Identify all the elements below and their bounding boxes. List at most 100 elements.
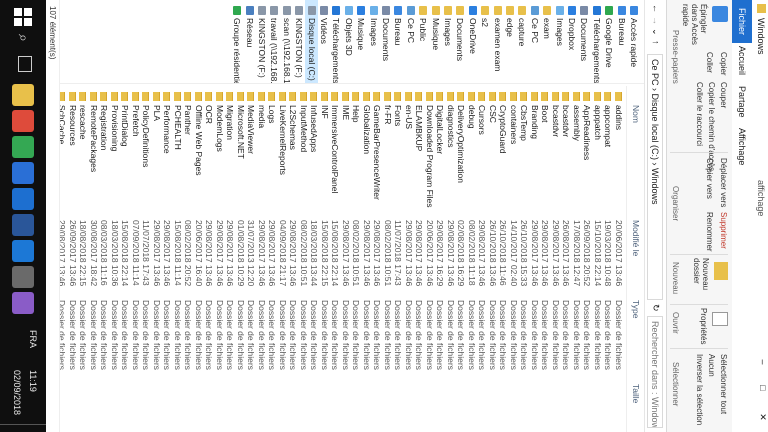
file-row[interactable]: rescache 18/08/2018 22:15 Dossier de fichi…	[78, 86, 89, 432]
properties-button[interactable]: Propriétés	[699, 308, 708, 344]
file-row[interactable]: media 29/08/2017 13:46 Dossier de fichiers	[257, 86, 267, 432]
nav-item[interactable]: Objets 3D	[342, 0, 354, 84]
pin-button[interactable]: Épingler dans Accès rapide	[681, 4, 708, 48]
nav-item[interactable]: capture	[516, 0, 528, 84]
nav-item[interactable]: Groupe résidentiel	[231, 0, 243, 84]
pin-icon[interactable]	[712, 6, 728, 22]
select-none-button[interactable]: Aucun	[707, 354, 716, 377]
file-row[interactable]: diagnostics 29/08/2017 13:46 Dossier de fi…	[446, 86, 456, 432]
column-type[interactable]: Type	[631, 300, 641, 318]
nav-item[interactable]: examen exam	[491, 0, 503, 84]
file-row[interactable]: PrintDialog 15/08/2018 22:14 Dossier de fi…	[120, 86, 131, 432]
move-to-button[interactable]: Déplacer vers	[719, 158, 728, 207]
nav-item[interactable]: Documents	[454, 0, 466, 84]
nav-item[interactable]: Bureau	[615, 0, 627, 84]
file-row[interactable]: appcompat 19/03/2018 10:48 Dossier de fich…	[603, 86, 614, 432]
breadcrumb-item[interactable]: Disque local (C:)	[650, 94, 660, 161]
tab-share[interactable]: Partage	[734, 80, 750, 124]
file-row[interactable]: addins 20/06/2017 13:46 Dossier de fichier…	[614, 86, 624, 432]
paste-shortcut-button[interactable]: Coller le raccourci	[695, 82, 704, 146]
nav-item[interactable]: KINGSTON (F:)	[256, 0, 268, 84]
file-row[interactable]: Microsoft.NET 01/08/2018 10:29 Dossier de …	[236, 86, 246, 432]
chrome-2-icon[interactable]	[12, 136, 34, 158]
column-modified[interactable]: Modifié le	[631, 220, 641, 256]
file-row[interactable]: Globalization 29/08/2017 13:46 Dossier de …	[362, 86, 372, 432]
nav-item[interactable]: Public	[417, 0, 429, 84]
file-row[interactable]: Branding 29/08/2017 13:46 Dossier de fichi…	[530, 86, 540, 432]
file-row[interactable]: GameBarPresenceWriter 29/08/2017 13:46 Dos…	[372, 86, 383, 432]
nav-item[interactable]: Disque local (C:)	[305, 0, 318, 84]
file-row[interactable]: ModemLogs 29/08/2017 13:46 Dossier de fich…	[215, 86, 225, 432]
delete-button[interactable]: Supprimer	[719, 212, 728, 249]
nav-item[interactable]: Musique	[355, 0, 367, 84]
nav-item[interactable]: Bureau	[392, 0, 404, 84]
properties-icon[interactable]	[712, 312, 728, 326]
file-row[interactable]: PLA 29/08/2017 13:46 Dossier de fichiers	[152, 86, 162, 432]
nav-item[interactable]: OneDrive	[466, 0, 478, 84]
explorer-icon[interactable]	[12, 84, 34, 106]
show-desktop-button[interactable]	[0, 424, 46, 432]
nav-item[interactable]: Dropbox	[566, 0, 578, 84]
clock-time[interactable]: 11:19	[28, 370, 38, 392]
copy-button[interactable]: Copier	[719, 52, 728, 76]
breadcrumb-item[interactable]: Ce PC	[650, 59, 660, 86]
nav-item[interactable]: scan (\\192.168.1...)	[280, 0, 292, 84]
forward-arrow-icon[interactable]: →	[651, 16, 661, 25]
tab-file[interactable]: Fichier	[732, 0, 752, 44]
nav-item[interactable]: edge	[504, 0, 516, 84]
minimize-button[interactable]: –	[754, 350, 768, 374]
nav-item[interactable]: exam	[541, 0, 553, 84]
file-row[interactable]: Provisioning 18/03/2018 10:36 Dossier de f…	[110, 86, 120, 432]
file-row[interactable]: PolicyDefinitions 11/07/2018 17:43 Dossier…	[141, 86, 152, 432]
close-button[interactable]: ✕	[754, 404, 768, 430]
clock-date[interactable]: 02/09/2018	[12, 370, 22, 415]
app-2-icon[interactable]	[12, 292, 34, 314]
search-input[interactable]: Rechercher dans : Windows	[647, 316, 663, 428]
nav-item[interactable]: Musique	[429, 0, 441, 84]
file-row[interactable]: MediaViewer 31/07/2013 12:20 Dossier de fi…	[246, 86, 257, 432]
nav-item[interactable]: Images	[442, 0, 454, 84]
rename-button[interactable]: Renommer	[705, 212, 714, 252]
file-row[interactable]: debug 08/02/2018 11:18 Dossier de fichiers	[467, 86, 477, 432]
file-row[interactable]: apppatch 15/10/2018 22:14 Dossier de fichi…	[593, 86, 603, 432]
file-row[interactable]: AppReadiness 26/09/2018 20:52 Dossier de f…	[582, 86, 593, 432]
file-row[interactable]: Performance 29/08/2017 13:46 Dossier de fi…	[162, 86, 173, 432]
file-row[interactable]: bcastdvr 29/08/2017 13:46 Dossier de fichi…	[551, 86, 561, 432]
nav-item[interactable]: Images	[367, 0, 379, 84]
nav-item[interactable]: Vidéos	[318, 0, 330, 84]
copy-to-button[interactable]: Copier vers	[705, 158, 714, 199]
nav-item[interactable]: Accès rapide	[628, 0, 640, 84]
file-row[interactable]: Prefetch 07/09/2018 11:14 Dossier de fichi…	[131, 86, 141, 432]
file-row[interactable]: Registration 08/03/2018 11:16 Dossier de f…	[99, 86, 110, 432]
paste-button[interactable]: Coller	[705, 52, 714, 73]
back-arrow-icon[interactable]: ←	[651, 4, 661, 13]
file-row[interactable]: CbsTemp 26/10/2018 15:33 Dossier de fichie…	[519, 86, 530, 432]
file-row[interactable]: en-US 29/08/2017 13:46 Dossier de fichiers	[404, 86, 414, 432]
nav-item[interactable]: Images	[553, 0, 565, 84]
file-row[interactable]: Migration 29/08/2017 13:46 Dossier de fich…	[225, 86, 236, 432]
breadcrumb[interactable]: Ce PC › Disque local (C:) › Windows	[647, 54, 663, 300]
file-row[interactable]: assembly 17/08/2018 12:47 Dossier de fichi…	[572, 86, 582, 432]
file-row[interactable]: OCR 29/08/2017 13:46 Dossier de fichiers	[204, 86, 215, 432]
file-row[interactable]: Offline Web Pages 20/06/2017 16:40 Dossier…	[194, 86, 204, 432]
file-row[interactable]: RemotePackages 30/08/2017 18:42 Dossier de…	[89, 86, 99, 432]
file-row[interactable]: Downloaded Program Files 20/06/2017 13:46…	[425, 86, 435, 432]
refresh-icon[interactable]: ↻	[650, 304, 661, 312]
file-row[interactable]: CSC 26/10/2018 13:46 Dossier de fichiers	[488, 86, 498, 432]
chrome-icon[interactable]	[12, 110, 34, 132]
store-icon[interactable]	[12, 162, 34, 184]
word-icon[interactable]	[12, 214, 34, 236]
file-row[interactable]: InfusedApps 18/03/2018 13:44 Dossier de fi…	[309, 86, 320, 432]
edge-icon[interactable]	[12, 240, 34, 262]
breadcrumb-item[interactable]: Windows	[650, 168, 660, 205]
app-icon[interactable]	[12, 266, 34, 288]
file-row[interactable]: Panther 08/02/2018 20:52 Dossier de fichie…	[183, 86, 194, 432]
file-row[interactable]: Resources 26/09/2017 13:46 Dossier de fich…	[68, 86, 78, 432]
file-row[interactable]: Help 08/02/2018 10:51 Dossier de fichiers	[351, 86, 362, 432]
file-row[interactable]: INF 15/08/2018 22:15 Dossier de fichiers	[320, 86, 330, 432]
file-row[interactable]: PCHEALTH 15/08/2018 11:14 Dossier de fichi…	[173, 86, 183, 432]
nav-item[interactable]: Documents	[380, 0, 392, 84]
recent-chevron-icon[interactable]: ⌄	[650, 28, 661, 36]
file-row[interactable]: Fonts 11/07/2018 17:43 Dossier de fichiers	[393, 86, 404, 432]
nav-item[interactable]: Téléchargements	[590, 0, 602, 84]
